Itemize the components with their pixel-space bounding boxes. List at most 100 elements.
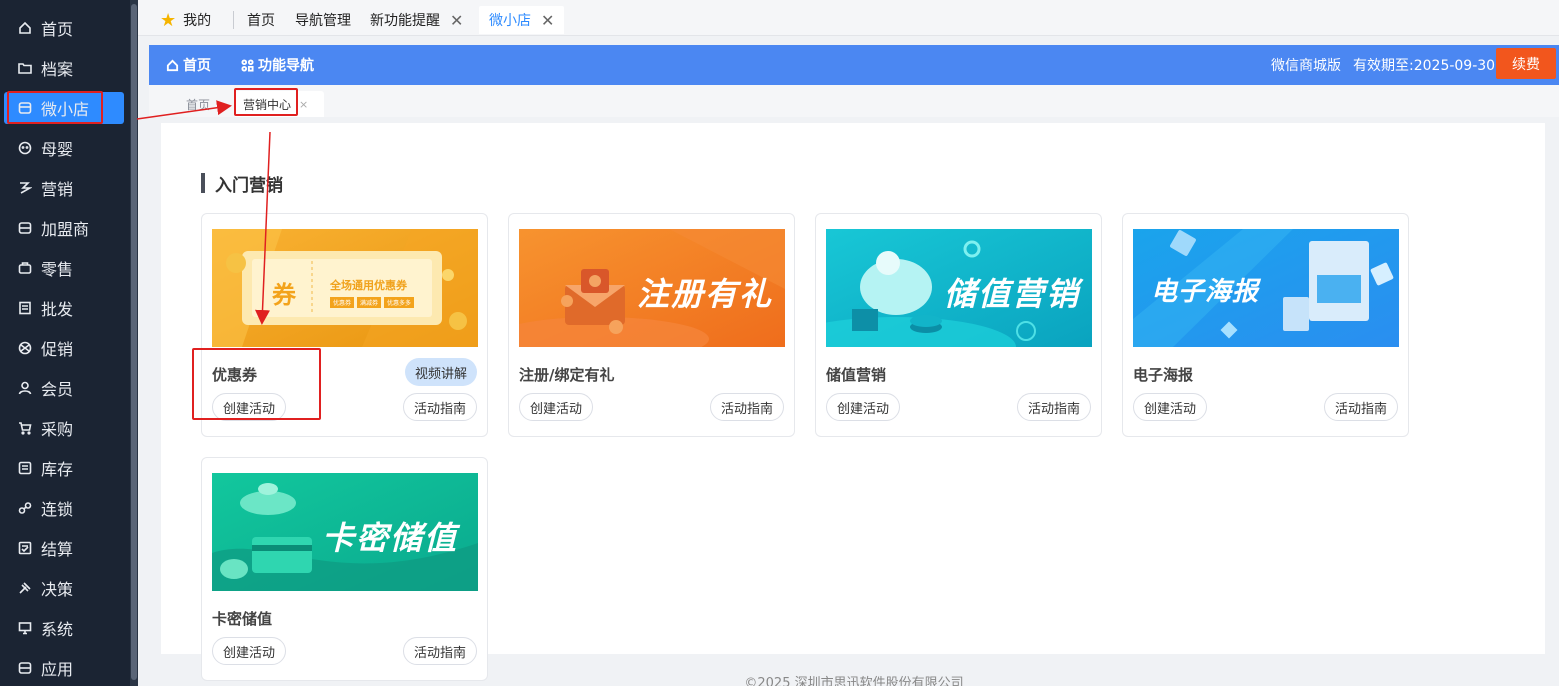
tab-store-label: 微小店	[489, 13, 531, 29]
sidebar-item-marketing[interactable]: 营销	[4, 172, 124, 204]
decision-icon	[18, 581, 32, 595]
video-explain-button[interactable]: 视频讲解	[404, 358, 477, 386]
sidebar-item-decision[interactable]: 决策	[4, 572, 124, 604]
tab-mine[interactable]: ★ 我的	[160, 6, 211, 34]
sidebar-item-label: 加盟商	[41, 220, 90, 239]
cart-icon	[18, 421, 32, 435]
subtab-home[interactable]: 首页	[186, 91, 210, 117]
scrollbar-thumb[interactable]	[131, 4, 137, 680]
e-poster-banner-text: 电子海报	[1151, 277, 1260, 307]
close-icon[interactable]: ✕	[541, 11, 554, 30]
star-icon: ★	[160, 9, 177, 31]
edition-text: 微信商城版	[1271, 58, 1341, 74]
sidebar-item-system[interactable]: 系统	[4, 612, 124, 644]
activity-guide-button[interactable]: 活动指南	[402, 637, 477, 665]
header-home-label: 首页	[183, 58, 211, 74]
sidebar-item-home[interactable]: 首页	[4, 12, 124, 44]
stored-value-banner[interactable]: 储值营销	[826, 229, 1092, 347]
card-key-banner-text: 卡密储值	[322, 519, 459, 557]
sidebar-item-label: 连锁	[41, 500, 74, 519]
coupon-tags: 优惠券 满减券 优惠多多	[330, 297, 415, 308]
create-activity-button[interactable]: 创建活动	[1133, 393, 1208, 421]
sidebar-item-label: 系统	[41, 620, 74, 639]
top-tab-bar: ★ 我的 首页 导航管理 新功能提醒 ✕ 微小店 ✕	[138, 0, 1559, 36]
card-name: 电子海报	[1133, 366, 1194, 384]
activity-guide-button[interactable]: 活动指南	[1323, 393, 1398, 421]
coupon-banner[interactable]: 券 全场通用优惠券 优惠券 满减券 优惠多多	[212, 229, 478, 347]
create-activity-button[interactable]: 创建活动	[519, 393, 594, 421]
home-icon	[18, 21, 32, 35]
sidebar-item-label: 批发	[41, 300, 74, 319]
function-nav-button[interactable]: 功能导航	[241, 45, 314, 85]
sidebar-item-inventory[interactable]: 库存	[4, 452, 124, 484]
grid-icon	[241, 58, 254, 72]
annotation-box-store	[7, 91, 103, 124]
member-icon	[18, 381, 32, 395]
activity-guide-button[interactable]: 活动指南	[1016, 393, 1091, 421]
sidebar-scrollbar[interactable]	[130, 0, 138, 686]
sidebar-item-label: 决策	[41, 580, 74, 599]
sidebar-item-label: 母婴	[41, 140, 74, 159]
tab-nav-label: 导航管理	[295, 13, 351, 29]
e-poster-banner[interactable]: 电子海报	[1133, 229, 1399, 347]
marketing-content: 入门营销 券 全场通用优惠券 优惠券 满减券 优惠多多 优惠券 视频讲解 创建活…	[161, 123, 1545, 681]
sidebar-item-retail[interactable]: 零售	[4, 252, 124, 284]
subtab-home-label: 首页	[186, 97, 211, 112]
sidebar-item-app[interactable]: 应用	[4, 652, 124, 684]
section-title-text: 入门营销	[215, 175, 283, 196]
function-nav-label: 功能导航	[258, 58, 314, 74]
sidebar-item-label: 应用	[41, 660, 74, 679]
activity-guide-button[interactable]: 活动指南	[709, 393, 784, 421]
tab-micro-store[interactable]: 微小店 ✕	[479, 6, 565, 34]
register-gift-banner[interactable]: 注册有礼	[519, 229, 785, 347]
header-home-button[interactable]: 首页	[166, 45, 211, 85]
renew-button[interactable]: 续费	[1496, 48, 1556, 79]
app-icon	[18, 661, 32, 675]
tab-home[interactable]: 首页	[247, 6, 275, 34]
tab-divider	[233, 11, 234, 29]
sidebar-item-label: 档案	[41, 60, 74, 79]
promotion-icon	[18, 341, 32, 355]
close-icon[interactable]: ×	[299, 98, 308, 111]
baby-icon	[18, 141, 32, 155]
folder-icon	[18, 61, 32, 75]
section-title: 入门营销	[201, 173, 283, 196]
card-register-gift[interactable]: 注册有礼 注册/绑定有礼 创建活动 活动指南	[508, 213, 795, 437]
tab-new-feature[interactable]: 新功能提醒 ✕	[370, 6, 463, 34]
sidebar-item-label: 采购	[41, 420, 74, 439]
sidebar-item-settlement[interactable]: 结算	[4, 532, 124, 564]
card-key-banner[interactable]: 卡密储值	[212, 473, 478, 591]
monitor-icon	[18, 621, 32, 635]
card-name: 储值营销	[826, 366, 887, 384]
sidebar-item-chain[interactable]: 连锁	[4, 492, 124, 524]
sidebar-item-label: 会员	[41, 380, 74, 399]
inventory-icon	[18, 461, 32, 475]
coupon-banner-title: 全场通用优惠券	[330, 279, 407, 292]
tab-mine-label: 我的	[183, 13, 212, 29]
sidebar-item-archive[interactable]: 档案	[4, 52, 124, 84]
tab-home-label: 首页	[247, 13, 275, 29]
link-icon	[18, 501, 32, 515]
sidebar-item-maternity[interactable]: 母婴	[4, 132, 124, 164]
create-activity-button[interactable]: 创建活动	[212, 637, 287, 665]
settlement-icon	[18, 541, 32, 555]
tab-nav-manage[interactable]: 导航管理	[295, 6, 351, 34]
edition-label: 微信商城版	[1271, 45, 1341, 85]
card-e-poster[interactable]: 电子海报 电子海报 创建活动 活动指南	[1122, 213, 1409, 437]
marketing-icon	[18, 181, 32, 195]
card-stored-value[interactable]: 储值营销 储值营销 创建活动 活动指南	[815, 213, 1102, 437]
close-icon[interactable]: ✕	[450, 11, 463, 30]
activity-guide-button[interactable]: 活动指南	[402, 393, 477, 421]
sidebar-item-member[interactable]: 会员	[4, 372, 124, 404]
sidebar-item-franchise[interactable]: 加盟商	[4, 212, 124, 244]
coupon-tag: 优惠多多	[384, 297, 415, 308]
sidebar-item-wholesale[interactable]: 批发	[4, 292, 124, 324]
home-icon	[166, 59, 179, 71]
sidebar-item-promotion[interactable]: 促销	[4, 332, 124, 364]
sidebar-item-purchase[interactable]: 采购	[4, 412, 124, 444]
card-card-key-value[interactable]: 卡密储值 卡密储值 创建活动 活动指南	[201, 457, 488, 681]
create-activity-button[interactable]: 创建活动	[826, 393, 901, 421]
stored-value-banner-text: 储值营销	[944, 275, 1081, 313]
sidebar-item-label: 营销	[41, 180, 74, 199]
sidebar-item-label: 库存	[41, 460, 74, 479]
